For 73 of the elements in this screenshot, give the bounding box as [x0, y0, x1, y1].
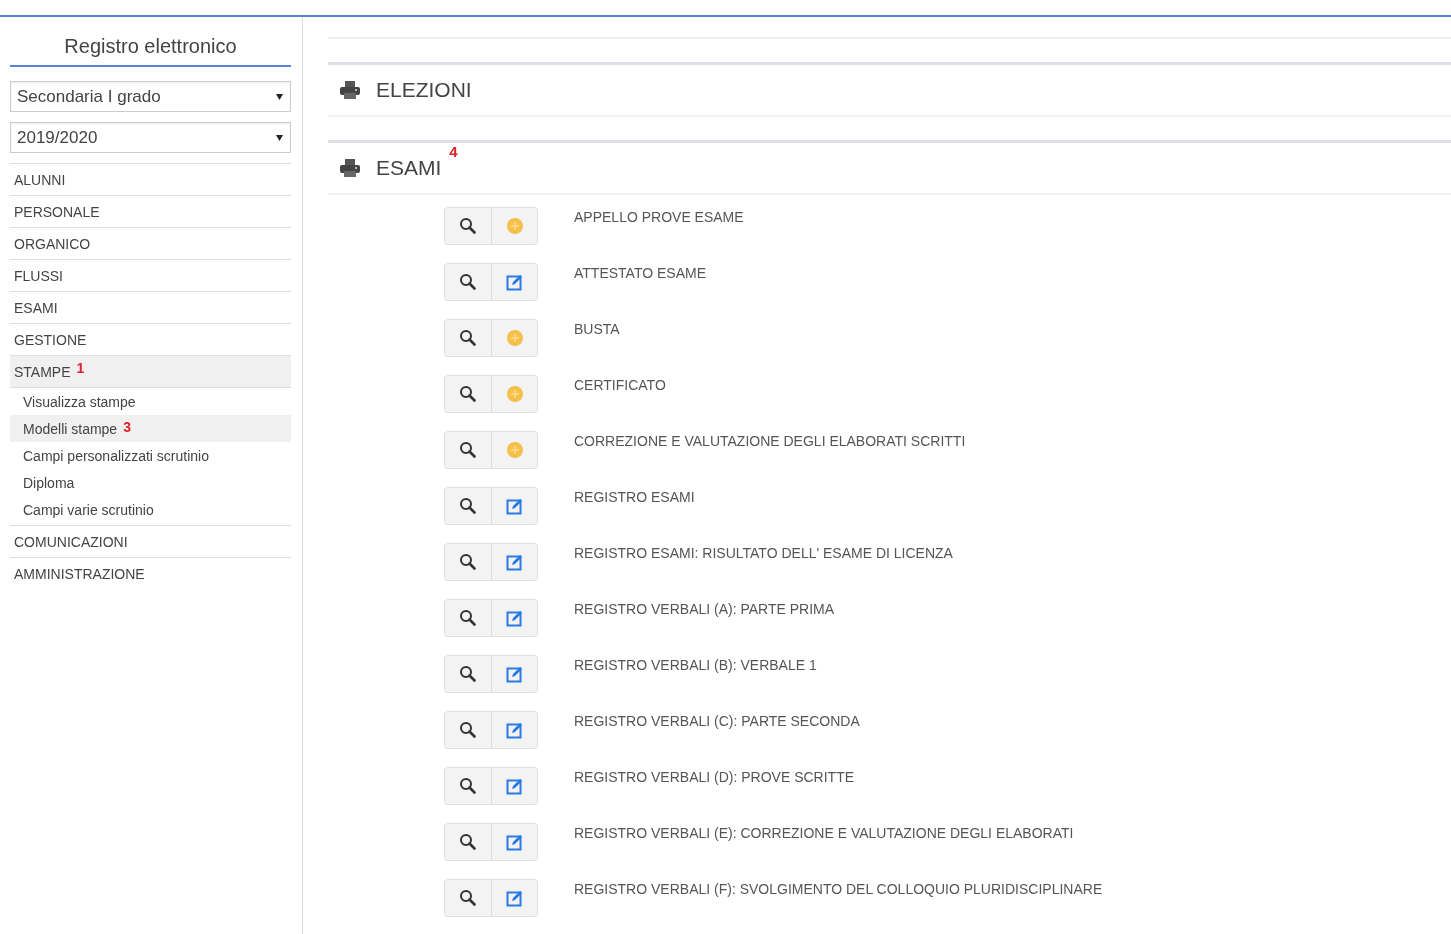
dropdown[interactable]: 2019/2020: [10, 122, 291, 153]
print-model-name: REGISTRO VERBALI (F): SVOLGIMENTO DEL COLLOQUIO PLURIDISCIPLINARE: [574, 880, 1103, 897]
edit-icon: [505, 273, 524, 291]
search-icon: [459, 329, 477, 347]
edit-button[interactable]: [491, 488, 537, 524]
print-model-name: ATTESTATO ESAME: [574, 264, 706, 281]
search-icon: [459, 497, 477, 515]
submenu-item[interactable]: Visualizza stampe: [10, 388, 291, 415]
menu-item[interactable]: FLUSSI: [10, 259, 291, 291]
submenu-item[interactable]: Modelli stampe 3: [10, 415, 291, 442]
edit-icon: [505, 609, 524, 627]
plus-circle-icon: [505, 217, 524, 235]
menu-item[interactable]: COMUNICAZIONI: [10, 525, 291, 557]
print-model-name: REGISTRO VERBALI (D): PROVE SCRITTE: [574, 768, 855, 785]
plus-circle-icon: [505, 329, 524, 347]
edit-button[interactable]: [491, 600, 537, 636]
search-icon: [459, 609, 477, 627]
search-icon: [459, 217, 477, 235]
submenu-item[interactable]: Campi varie scrutinio: [10, 496, 291, 523]
print-model-name: REGISTRO ESAMI: RISULTATO DELL' ESAME DI LICENZA: [574, 544, 953, 561]
search-icon: [459, 385, 477, 403]
search-icon: [459, 273, 477, 291]
edit-icon: [505, 553, 524, 571]
menu-item[interactable]: AMMINISTRAZIONE: [10, 557, 291, 589]
print-model-name: REGISTRO ESAMI: [574, 488, 695, 505]
edit-button[interactable]: [491, 712, 537, 748]
search-icon: [459, 553, 477, 571]
search-icon: [459, 777, 477, 795]
edit-button[interactable]: [491, 880, 537, 916]
section-header[interactable]: ESAMI 4: [328, 140, 1451, 195]
print-model-name: CERTIFICATO: [574, 376, 666, 393]
caret-icon: [276, 93, 283, 100]
menu-item[interactable]: ALUNNI: [10, 163, 291, 195]
search-icon: [459, 721, 477, 739]
search-icon: [459, 833, 477, 851]
print-model-name: APPELLO PROVE ESAME: [574, 208, 744, 225]
print-model-name: REGISTRO VERBALI (A): PARTE PRIMA: [574, 600, 835, 617]
print-model-name: REGISTRO VERBALI (B): VERBALE 1: [574, 656, 817, 673]
search-icon: [459, 665, 477, 683]
annotation-number: 4: [449, 143, 458, 160]
caret-icon: [276, 134, 283, 141]
edit-icon: [505, 721, 524, 739]
menu-item[interactable]: ESAMI: [10, 291, 291, 323]
printer-icon: [340, 81, 360, 99]
print-model-name: REGISTRO VERBALI (E): CORREZIONE E VALUTAZIONE DEGLI ELABORATI: [574, 824, 1074, 841]
menu-item[interactable]: PERSONALE: [10, 195, 291, 227]
print-model-name: REGISTRO VERBALI (C): PARTE SECONDA: [574, 712, 860, 729]
plus-circle-icon: [505, 385, 524, 403]
menu-item[interactable]: ORGANICO: [10, 227, 291, 259]
submenu-item[interactable]: Campi personalizzati scrutinio: [10, 442, 291, 469]
edit-icon: [505, 777, 524, 795]
printer-icon: [340, 159, 360, 177]
edit-icon: [505, 665, 524, 683]
dropdown[interactable]: Secondaria I grado: [10, 81, 291, 112]
search-icon: [459, 889, 477, 907]
plus-circle-icon: [505, 441, 524, 459]
sidebar-title: Registro elettronico: [10, 17, 291, 67]
annotation-number: 3: [123, 419, 131, 435]
edit-button[interactable]: [491, 544, 537, 580]
submenu-item[interactable]: Diploma: [10, 469, 291, 496]
edit-icon: [505, 497, 524, 515]
menu-item[interactable]: STAMPE 1: [10, 355, 291, 388]
print-model-name: CORREZIONE E VALUTAZIONE DEGLI ELABORATI SCRITTI: [574, 432, 966, 449]
annotation-number: 1: [76, 360, 85, 376]
edit-button[interactable]: [491, 656, 537, 692]
search-icon: [459, 441, 477, 459]
edit-button[interactable]: [491, 824, 537, 860]
print-model-name: BUSTA: [574, 320, 620, 337]
edit-button[interactable]: [491, 768, 537, 804]
edit-icon: [505, 833, 524, 851]
edit-icon: [505, 889, 524, 907]
section-header[interactable]: ELEZIONI: [328, 62, 1451, 117]
edit-button[interactable]: [491, 264, 537, 300]
